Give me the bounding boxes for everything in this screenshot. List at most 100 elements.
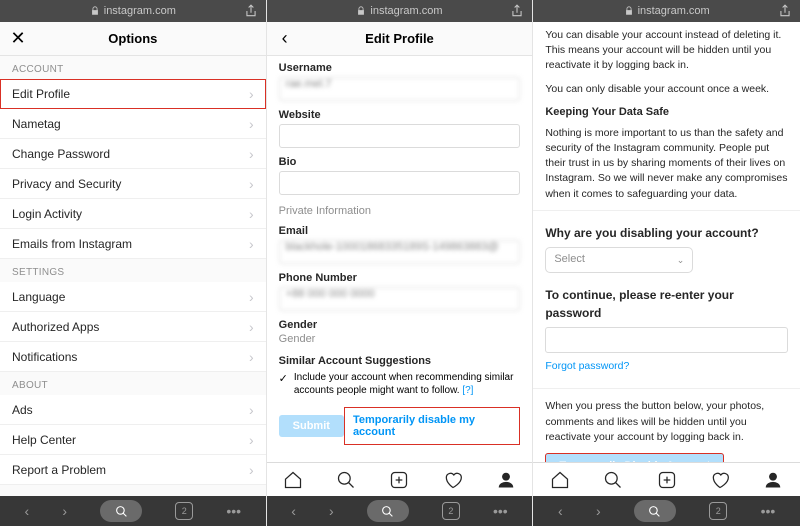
lock-icon: [356, 6, 366, 16]
email-input[interactable]: blackhole-10001868335189S-149863883@: [279, 240, 521, 264]
chevron-left-icon: ‹: [282, 28, 288, 49]
row-privacy[interactable]: Privacy and Security›: [0, 169, 266, 199]
address-domain: instagram.com: [638, 5, 710, 17]
forward-icon[interactable]: ›: [329, 503, 334, 519]
screen-edit-profile: instagram.com ‹ Edit Profile Username ra…: [267, 0, 534, 526]
chevron-right-icon: ›: [249, 236, 254, 252]
lock-icon: [90, 6, 100, 16]
tab-bar: [267, 462, 533, 496]
tab-create[interactable]: [389, 470, 409, 490]
address-domain: instagram.com: [370, 5, 442, 17]
row-help-center[interactable]: Help Center›: [0, 425, 266, 455]
tab-activity[interactable]: [443, 470, 463, 490]
row-edit-profile[interactable]: Edit Profile›: [0, 79, 266, 109]
more-icon[interactable]: •••: [493, 503, 508, 519]
why-label: Why are you disabling your account?: [545, 225, 788, 242]
username-input[interactable]: rae.mel.7: [279, 77, 521, 101]
private-info-label: Private Information: [279, 205, 521, 217]
close-icon: ✕: [10, 28, 25, 49]
learn-more-link[interactable]: [?]: [462, 385, 473, 396]
disable-account-link[interactable]: Temporarily disable my account: [344, 407, 520, 445]
screen-options: instagram.com ✕ Options ACCOUNT Edit Pro…: [0, 0, 267, 526]
tab-search[interactable]: [336, 470, 356, 490]
row-authorized-apps[interactable]: Authorized Apps›: [0, 312, 266, 342]
section-header-settings: SETTINGS: [0, 259, 266, 282]
share-icon[interactable]: [778, 4, 792, 18]
row-language[interactable]: Language›: [0, 282, 266, 312]
back-icon[interactable]: ‹: [291, 503, 296, 519]
include-account-checkbox[interactable]: ✓ Include your account when recommending…: [279, 371, 521, 397]
back-icon[interactable]: ‹: [25, 503, 30, 519]
row-report-problem[interactable]: Report a Problem›: [0, 455, 266, 485]
close-button[interactable]: ✕: [8, 29, 28, 49]
page-title: Edit Profile: [267, 31, 533, 46]
divider: [533, 388, 800, 389]
data-safe-heading: Keeping Your Data Safe: [545, 105, 788, 121]
tab-create[interactable]: [657, 470, 677, 490]
row-change-password[interactable]: Change Password›: [0, 139, 266, 169]
chevron-right-icon: ›: [249, 349, 254, 365]
disable-account-button[interactable]: Temporarily Disable Account: [545, 453, 724, 462]
tab-activity[interactable]: [710, 470, 730, 490]
tab-search[interactable]: [603, 470, 623, 490]
tabs-button[interactable]: 2: [709, 502, 727, 520]
chevron-right-icon: ›: [249, 146, 254, 162]
screen-disable-account: instagram.com You can disable your accou…: [533, 0, 800, 526]
back-icon[interactable]: ‹: [558, 503, 563, 519]
row-login-activity[interactable]: Login Activity›: [0, 199, 266, 229]
website-input[interactable]: [279, 124, 521, 148]
tab-home[interactable]: [283, 470, 303, 490]
row-nametag[interactable]: Nametag›: [0, 109, 266, 139]
row-notifications[interactable]: Notifications›: [0, 342, 266, 372]
bio-label: Bio: [279, 156, 521, 168]
search-button[interactable]: [367, 500, 409, 522]
address-domain: instagram.com: [104, 5, 176, 17]
password-input[interactable]: [545, 327, 788, 353]
share-icon[interactable]: [510, 4, 524, 18]
chevron-right-icon: ›: [249, 319, 254, 335]
chevron-down-icon: ⌄: [677, 254, 685, 267]
browser-toolbar: ‹ › 2 •••: [0, 496, 266, 526]
gender-label: Gender: [279, 319, 521, 331]
nav-header: ‹ Edit Profile: [267, 22, 533, 56]
forward-icon[interactable]: ›: [596, 503, 601, 519]
tab-home[interactable]: [550, 470, 570, 490]
chevron-right-icon: ›: [249, 206, 254, 222]
forgot-password-link[interactable]: Forgot password?: [545, 359, 788, 374]
phone-input[interactable]: +88 000 000 0000: [279, 287, 521, 311]
section-header-account: ACCOUNT: [0, 56, 266, 79]
tab-profile[interactable]: [496, 470, 516, 490]
row-emails[interactable]: Emails from Instagram›: [0, 229, 266, 259]
nav-header: ✕ Options: [0, 22, 266, 56]
back-button[interactable]: ‹: [275, 29, 295, 49]
address-bar: instagram.com: [533, 0, 800, 22]
section-header-about: ABOUT: [0, 372, 266, 395]
gender-value[interactable]: Gender: [279, 333, 521, 345]
chevron-right-icon: ›: [249, 432, 254, 448]
username-label: Username: [279, 62, 521, 74]
bio-input[interactable]: [279, 171, 521, 195]
chevron-right-icon: ›: [249, 86, 254, 102]
tabs-button[interactable]: 2: [175, 502, 193, 520]
share-icon[interactable]: [244, 4, 258, 18]
page-title: Options: [0, 31, 266, 46]
more-icon[interactable]: •••: [226, 503, 241, 519]
chevron-right-icon: ›: [249, 176, 254, 192]
phone-label: Phone Number: [279, 272, 521, 284]
chevron-right-icon: ›: [249, 116, 254, 132]
email-label: Email: [279, 225, 521, 237]
reason-select[interactable]: Select⌄: [545, 247, 693, 273]
row-ads[interactable]: Ads›: [0, 395, 266, 425]
website-label: Website: [279, 109, 521, 121]
submit-button[interactable]: Submit: [279, 415, 344, 437]
tab-profile[interactable]: [763, 470, 783, 490]
search-button[interactable]: [634, 500, 676, 522]
confirm-text: When you press the button below, your ph…: [545, 399, 788, 445]
password-label: To continue, please re-enter your passwo…: [545, 287, 788, 322]
search-button[interactable]: [100, 500, 142, 522]
tabs-button[interactable]: 2: [442, 502, 460, 520]
forward-icon[interactable]: ›: [62, 503, 67, 519]
more-icon[interactable]: •••: [761, 503, 776, 519]
check-icon: ✓: [279, 372, 288, 386]
address-bar: instagram.com: [0, 0, 266, 22]
